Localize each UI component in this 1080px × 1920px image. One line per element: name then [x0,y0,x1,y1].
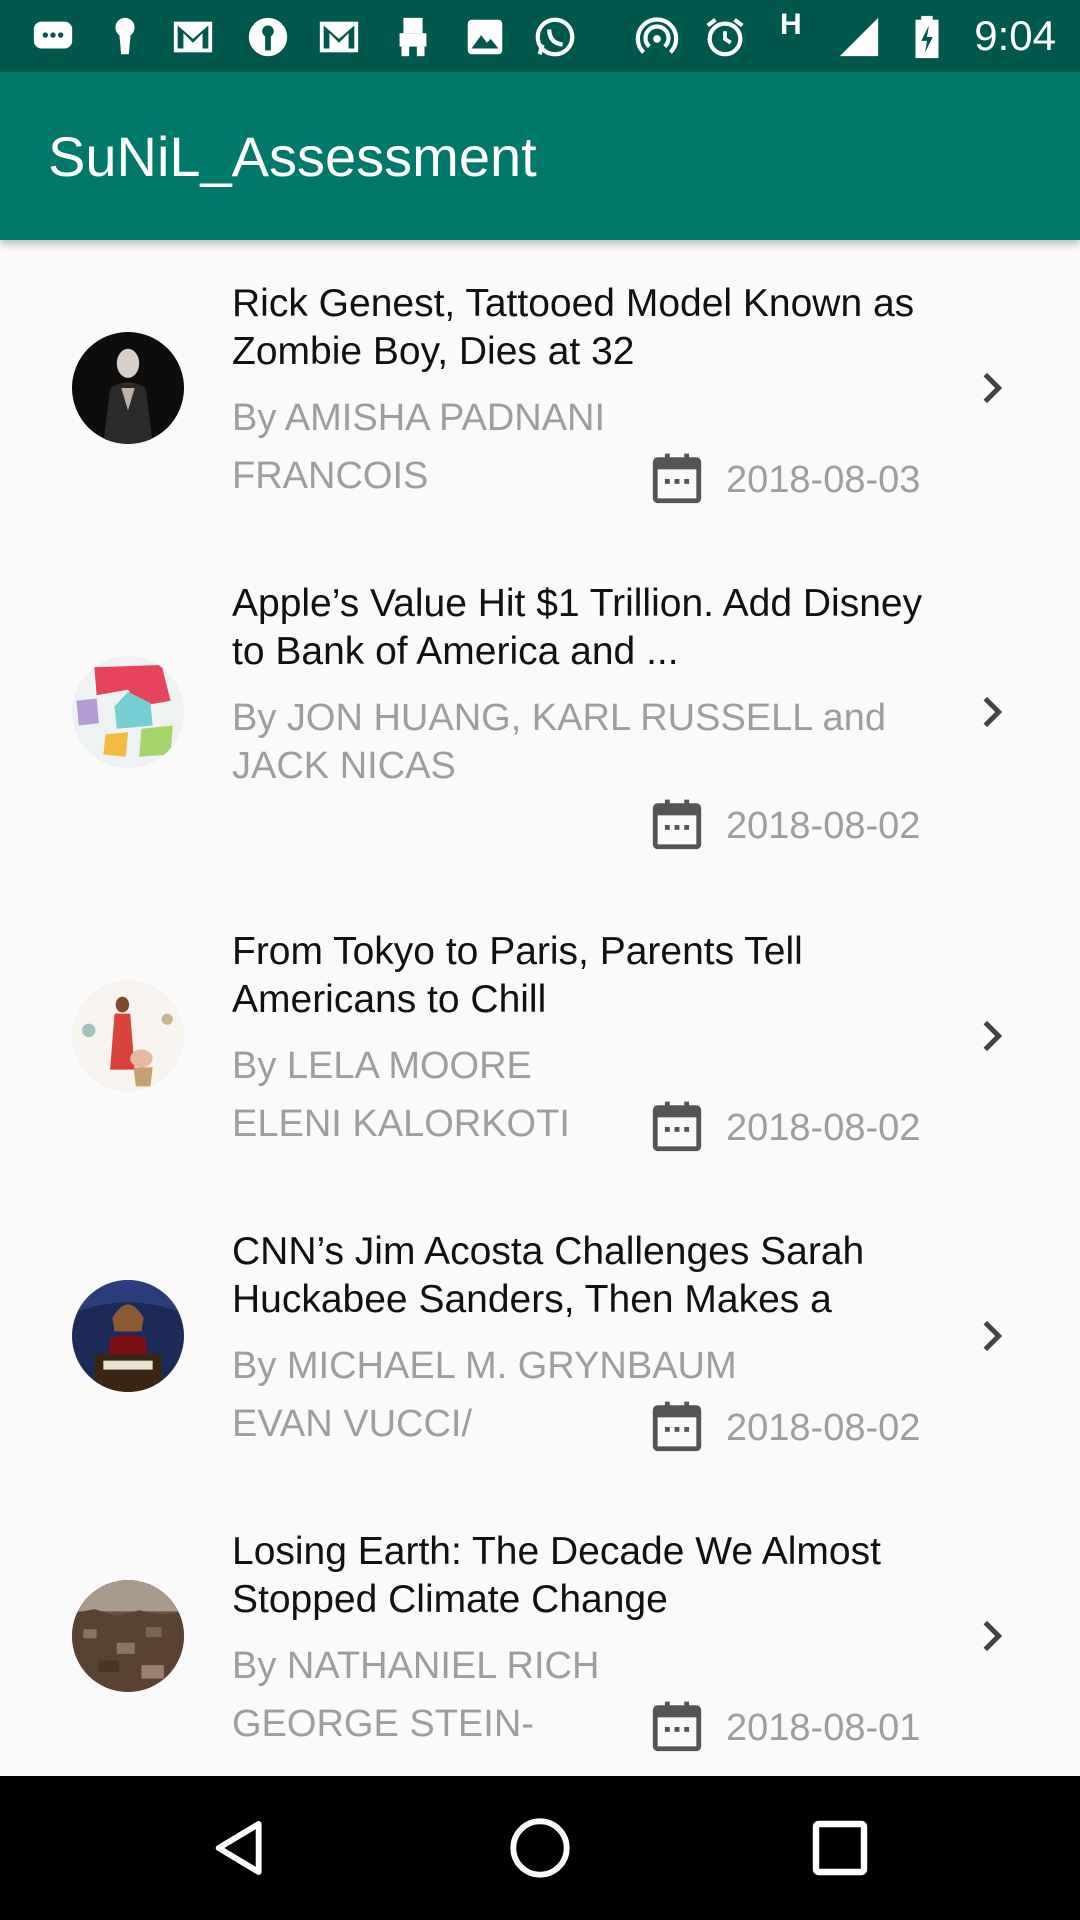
keyhole-icon [245,14,291,60]
gmail-icon [316,14,362,60]
list-item[interactable]: CNN’s Jim Acosta Challenges Sarah Huckab… [0,1188,1080,1488]
article-thumbnail [72,1580,184,1692]
article-byline: By AMISHA PADNANI [232,397,606,439]
article-credit: GEORGE STEIN- [232,1703,534,1745]
article-title: Losing Earth: The Decade We Almost Stopp… [232,1530,881,1621]
article-thumbnail [72,1280,184,1392]
article-thumbnail [72,980,184,1092]
clock: 9:04 [974,12,1056,59]
app-title: SuNiL_Assessment [48,125,537,188]
article-title: Apple’s Value Hit $1 Trillion. Add Disne… [232,582,923,673]
keyhole-icon [102,14,148,60]
recents-icon[interactable] [808,1816,872,1880]
navigation-bar [0,1776,1080,1920]
article-title: Rick Genest, Tattooed Model Known as Zom… [232,282,915,373]
article-byline: By JON HUANG, KARL RUSSELL and JACK NICA… [232,697,886,787]
list-item[interactable]: Apple’s Value Hit $1 Trillion. Add Disne… [0,540,1080,850]
app-bar: SuNiL_Assessment [0,72,1080,240]
calendar-icon [648,1698,706,1756]
h-network-icon: H [780,8,802,41]
signal-icon [836,14,882,60]
chevron-right-icon[interactable] [972,1614,1012,1658]
calendar-icon [648,1098,706,1156]
photos-icon [462,14,508,60]
article-date: 2018-08-02 [726,805,921,847]
back-icon[interactable] [208,1816,272,1880]
status-bar: H 9:04 [0,0,1080,72]
article-byline: By MICHAEL M. GRYNBAUM [232,1345,737,1387]
article-list[interactable]: Rick Genest, Tattooed Model Known as Zom… [0,240,1080,1776]
hotspot-icon [634,14,680,60]
chevron-right-icon[interactable] [972,690,1012,734]
calendar-icon [648,796,706,854]
chevron-right-icon[interactable] [972,1314,1012,1358]
list-item[interactable]: From Tokyo to Paris, Parents Tell Americ… [0,888,1080,1188]
article-date: 2018-08-03 [726,459,921,501]
chevron-right-icon[interactable] [972,1014,1012,1058]
article-credit: FRANCOIS [232,455,429,497]
battery-charging-icon [904,14,950,60]
list-item[interactable]: Rick Genest, Tattooed Model Known as Zom… [0,240,1080,540]
article-date: 2018-08-02 [726,1107,921,1149]
whatsapp-icon [532,14,578,60]
chevron-right-icon[interactable] [972,366,1012,410]
list-item[interactable]: Losing Earth: The Decade We Almost Stopp… [0,1488,1080,1776]
home-icon[interactable] [508,1816,572,1880]
article-byline: By LELA MOORE [232,1045,532,1087]
article-title: From Tokyo to Paris, Parents Tell Americ… [232,930,803,1021]
article-thumbnail [72,656,184,768]
gmail-icon [170,14,216,60]
article-credit: EVAN VUCCI/ [232,1403,473,1445]
calendar-icon [648,450,706,508]
article-date: 2018-08-02 [726,1407,921,1449]
article-date: 2018-08-01 [726,1707,921,1749]
article-credit: ELENI KALORKOTI [232,1103,570,1145]
alarm-icon [702,14,748,60]
article-title: CNN’s Jim Acosta Challenges Sarah Huckab… [232,1230,865,1321]
article-thumbnail [72,332,184,444]
messages-icon [30,14,76,60]
article-byline: By NATHANIEL RICH [232,1645,600,1687]
calendar-icon [648,1398,706,1456]
robot-icon [390,14,436,60]
